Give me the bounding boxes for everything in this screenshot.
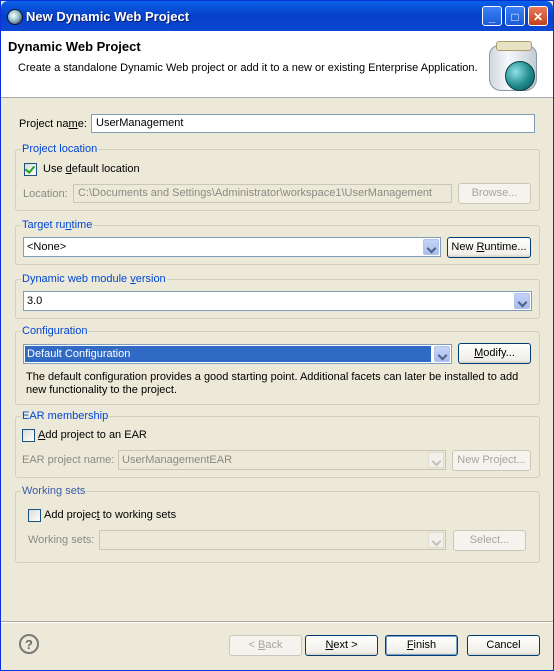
window-title: New Dynamic Web Project xyxy=(26,9,190,24)
page-description: Create a standalone Dynamic Web project … xyxy=(18,62,478,74)
help-icon[interactable]: ? xyxy=(19,634,39,654)
eclipse-icon xyxy=(7,9,23,25)
location-input[interactable]: C:\Documents and Settings\Administrator\… xyxy=(73,184,452,203)
minimize-button[interactable]: _ xyxy=(482,6,502,26)
module-version-dropdown[interactable]: 3.0 xyxy=(23,291,532,311)
configuration-description-line2: new functionality to the project. xyxy=(26,384,178,396)
next-button[interactable]: Next > xyxy=(305,635,378,656)
maximize-button[interactable]: □ xyxy=(505,6,525,26)
footer-separator xyxy=(1,621,553,623)
target-runtime-value: <None> xyxy=(27,241,67,253)
ear-membership-title: EAR membership xyxy=(21,410,110,422)
chevron-down-icon[interactable] xyxy=(423,239,439,255)
browse-button[interactable]: Browse... xyxy=(458,183,531,204)
back-button[interactable]: < Back xyxy=(229,635,302,656)
project-name-label: Project name: xyxy=(19,118,87,130)
add-to-ear-label: Add project to an EAR xyxy=(38,429,147,441)
select-button[interactable]: Select... xyxy=(453,530,526,551)
working-sets-label: Working sets: xyxy=(28,534,95,546)
target-runtime-dropdown[interactable]: <None> xyxy=(23,237,441,257)
modify-button[interactable]: Modify... xyxy=(458,343,531,364)
page-title: Dynamic Web Project xyxy=(8,39,141,54)
chevron-down-icon[interactable] xyxy=(434,346,450,362)
configuration-description-line1: The default configuration provides a goo… xyxy=(26,371,519,383)
checkmark-icon xyxy=(24,163,36,174)
ear-project-name-dropdown[interactable]: UserManagementEAR xyxy=(118,450,446,470)
target-runtime-title: Target runtime xyxy=(21,219,94,231)
module-version-title: Dynamic web module version xyxy=(21,273,167,285)
dialog-window: New Dynamic Web Project _ □ ✕ Dynamic We… xyxy=(0,0,554,671)
configuration-title: Configuration xyxy=(21,325,89,337)
cancel-button[interactable]: Cancel xyxy=(467,635,540,656)
use-default-location-checkbox[interactable] xyxy=(24,163,37,176)
configuration-value: Default Configuration xyxy=(24,345,432,363)
chevron-down-icon xyxy=(428,532,444,548)
finish-button[interactable]: Finish xyxy=(385,635,458,656)
location-label: Location: xyxy=(23,188,68,200)
project-location-title: Project location xyxy=(21,143,99,155)
new-project-button[interactable]: New Project... xyxy=(452,450,531,471)
web-project-jar-icon xyxy=(489,41,539,91)
working-sets-title: Working sets xyxy=(21,485,87,497)
add-to-working-sets-label: Add project to working sets xyxy=(44,509,177,521)
wizard-header: Dynamic Web Project Create a standalone … xyxy=(1,31,553,98)
add-to-working-sets-checkbox[interactable] xyxy=(28,509,41,522)
chevron-down-icon[interactable] xyxy=(514,293,530,309)
configuration-dropdown[interactable]: Default Configuration xyxy=(23,344,452,364)
working-sets-dropdown[interactable] xyxy=(99,530,446,550)
globe-icon xyxy=(505,61,535,91)
add-to-ear-checkbox[interactable] xyxy=(22,429,35,442)
module-version-value: 3.0 xyxy=(27,295,43,307)
ear-project-name-label: EAR project name: xyxy=(22,454,115,466)
chevron-down-icon xyxy=(428,452,444,468)
title-bar[interactable]: New Dynamic Web Project _ □ ✕ xyxy=(1,1,553,31)
new-runtime-button[interactable]: New Runtime... xyxy=(447,237,531,258)
close-button[interactable]: ✕ xyxy=(528,6,548,26)
working-sets-group xyxy=(15,491,540,563)
use-default-location-label: Use default location xyxy=(43,163,140,175)
project-name-input[interactable]: UserManagement xyxy=(91,114,535,133)
ear-project-name-value: UserManagementEAR xyxy=(122,454,233,466)
